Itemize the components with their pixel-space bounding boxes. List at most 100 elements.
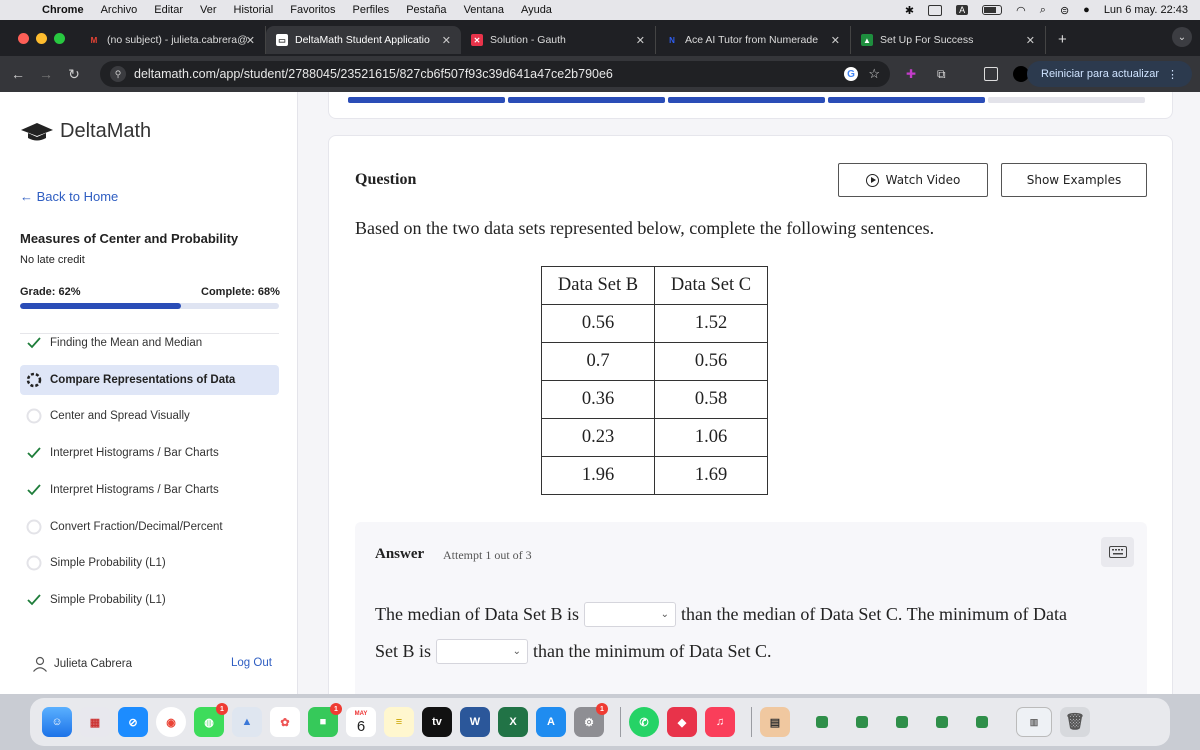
answer-panel: Answer Attempt 1 out of 3 The median of … [355,522,1147,694]
wifi-icon[interactable]: ◠ [1016,4,1026,17]
progress-step [668,97,825,103]
browser-tab-strip: M (no subject) - julieta.cabrera@ ✕ ▭ De… [0,20,1200,56]
site-info-icon[interactable]: ⚲ [110,66,126,82]
minimized-window-icon[interactable] [896,716,908,728]
table-cell: 0.58 [654,380,768,419]
tab-gmail[interactable]: M (no subject) - julieta.cabrera@ ✕ [78,26,266,54]
sidebar-skill-item[interactable]: Interpret Histograms / Bar Charts [20,438,279,468]
user-profile[interactable]: Julieta Cabrera [32,656,132,672]
close-tab-icon[interactable]: ✕ [831,34,840,47]
menu-editar[interactable]: Editar [154,4,183,16]
forward-arrow-icon[interactable]: → [32,66,60,82]
back-to-home-link[interactable]: ← Back to Home [20,189,118,204]
menu-ayuda[interactable]: Ayuda [521,4,552,16]
menu-perfiles[interactable]: Perfiles [353,4,390,16]
word-icon[interactable]: W [460,707,490,737]
recent-document-icon[interactable]: ▤ [760,707,790,737]
restart-to-update-button[interactable]: Reiniciar para actualizar ⋮ [1027,61,1192,87]
window-controls [18,33,65,44]
anydesk-icon[interactable]: ◆ [667,707,697,737]
question-card: Question Watch Video Show Examples Based… [328,135,1173,694]
sidebar-skill-item[interactable]: Simple Probability (L1) [20,548,279,578]
sidebar-skill-item[interactable]: Compare Representations of Data [20,364,279,395]
finder-icon[interactable]: ☺ [42,707,72,737]
tab-numerade[interactable]: N Ace AI Tutor from Numerade ✕ [656,26,851,54]
minimized-window-icon[interactable] [976,716,988,728]
minimum-comparison-select[interactable]: ⌄ [436,639,529,664]
control-center-icon[interactable]: ⊜ [1060,4,1069,17]
tab-search-chevron-icon[interactable]: ⌄ [1172,27,1192,47]
maps-icon[interactable]: ▲ [232,707,262,737]
extension-icon[interactable]: ✚ [906,67,920,81]
back-arrow-icon[interactable]: ← [4,66,32,82]
bluetooth-icon[interactable]: ✱ [905,4,914,17]
menubar-clock[interactable]: Lun 6 may. 22:43 [1104,4,1188,16]
safari-icon[interactable]: ⊘ [118,707,148,737]
menu-favoritos[interactable]: Favoritos [290,4,335,16]
menu-ventana[interactable]: Ventana [464,4,504,16]
zoom-window-button[interactable] [54,33,65,44]
chrome-icon[interactable]: ◉ [156,707,186,737]
table-row: 0.7 0.56 [541,342,768,381]
close-tab-icon[interactable]: ✕ [636,34,645,47]
more-options-icon[interactable]: ⋮ [1167,68,1178,81]
menu-historial[interactable]: Historial [234,4,274,16]
show-examples-button[interactable]: Show Examples [1001,163,1147,197]
tab-setup[interactable]: ▲ Set Up For Success ✕ [851,26,1046,54]
deltamath-logo[interactable]: DeltaMath [20,120,151,143]
watch-video-button[interactable]: Watch Video [838,163,988,197]
notes-icon[interactable]: ≡ [384,707,414,737]
messages-icon[interactable]: ◍ 1 [194,703,228,737]
close-window-button[interactable] [18,33,29,44]
tab-deltamath[interactable]: ▭ DeltaMath Student Applicatio ✕ [266,26,461,54]
sentence-text: Set B is [375,641,432,661]
sidebar-skill-item[interactable]: Center and Spread Visually [20,401,279,431]
skill-label: Center and Spread Visually [50,410,190,423]
close-tab-icon[interactable]: ✕ [246,34,255,47]
minimized-window-icon[interactable] [856,716,868,728]
close-tab-icon[interactable]: ✕ [442,34,451,47]
downloads-stack-icon[interactable]: ▥ [1016,707,1052,737]
keyboard-icon[interactable] [1101,537,1134,567]
google-lens-icon[interactable]: G [844,67,858,81]
reload-icon[interactable]: ↻ [60,66,88,83]
sidebar-skill-item[interactable]: Finding the Mean and Median [20,328,279,358]
tab-gauth[interactable]: ✕ Solution - Gauth ✕ [461,26,656,54]
whatsapp-icon[interactable]: ✆ [629,707,659,737]
logout-link[interactable]: Log Out [231,657,272,669]
photos-icon[interactable]: ✿ [270,707,300,737]
facetime-icon[interactable]: ■ 1 [308,703,342,737]
excel-icon[interactable]: X [498,707,528,737]
minimize-window-button[interactable] [36,33,47,44]
launchpad-icon[interactable]: ▦ [80,707,110,737]
close-tab-icon[interactable]: ✕ [1026,34,1035,47]
minimized-window-icon[interactable] [936,716,948,728]
menu-archivo[interactable]: Archivo [101,4,138,16]
sidebar-skill-item[interactable]: Simple Probability (L1) [20,585,279,615]
menu-ver[interactable]: Ver [200,4,217,16]
bookmark-star-icon[interactable]: ☆ [868,66,880,82]
median-comparison-select[interactable]: ⌄ [583,602,676,627]
siri-icon[interactable]: ● [1083,4,1090,16]
browser-toolbar: ← → ↻ ⚲ deltamath.com/app/student/278804… [0,56,1200,92]
sidebar-skill-item[interactable]: Interpret Histograms / Bar Charts [20,475,279,505]
app-store-icon[interactable]: A [536,707,566,737]
calendar-icon[interactable]: MAY 6 [346,707,376,737]
menu-pestana[interactable]: Pestaña [406,4,446,16]
trash-icon[interactable]: 🗑 [1060,707,1090,737]
menu-app-name[interactable]: Chrome [42,4,84,16]
minimized-window-icon[interactable] [816,716,828,728]
music-icon[interactable]: ♫ [705,707,735,737]
side-panel-icon[interactable] [984,67,998,81]
skill-label: Interpret Histograms / Bar Charts [50,447,219,460]
spotlight-search-icon[interactable]: ⌕ [1040,4,1046,17]
new-tab-button[interactable]: + [1046,26,1067,56]
address-bar[interactable]: ⚲ deltamath.com/app/student/2788045/2352… [100,61,890,87]
input-source-badge[interactable]: A [956,5,969,15]
battery-icon[interactable] [982,5,1003,15]
apple-tv-icon[interactable]: tv [422,707,452,737]
extensions-puzzle-icon[interactable]: ⧉ [937,67,951,81]
system-settings-icon[interactable]: ⚙ 1 [574,703,608,737]
sidebar-skill-item[interactable]: Convert Fraction/Decimal/Percent [20,512,279,542]
display-icon[interactable] [928,4,943,16]
